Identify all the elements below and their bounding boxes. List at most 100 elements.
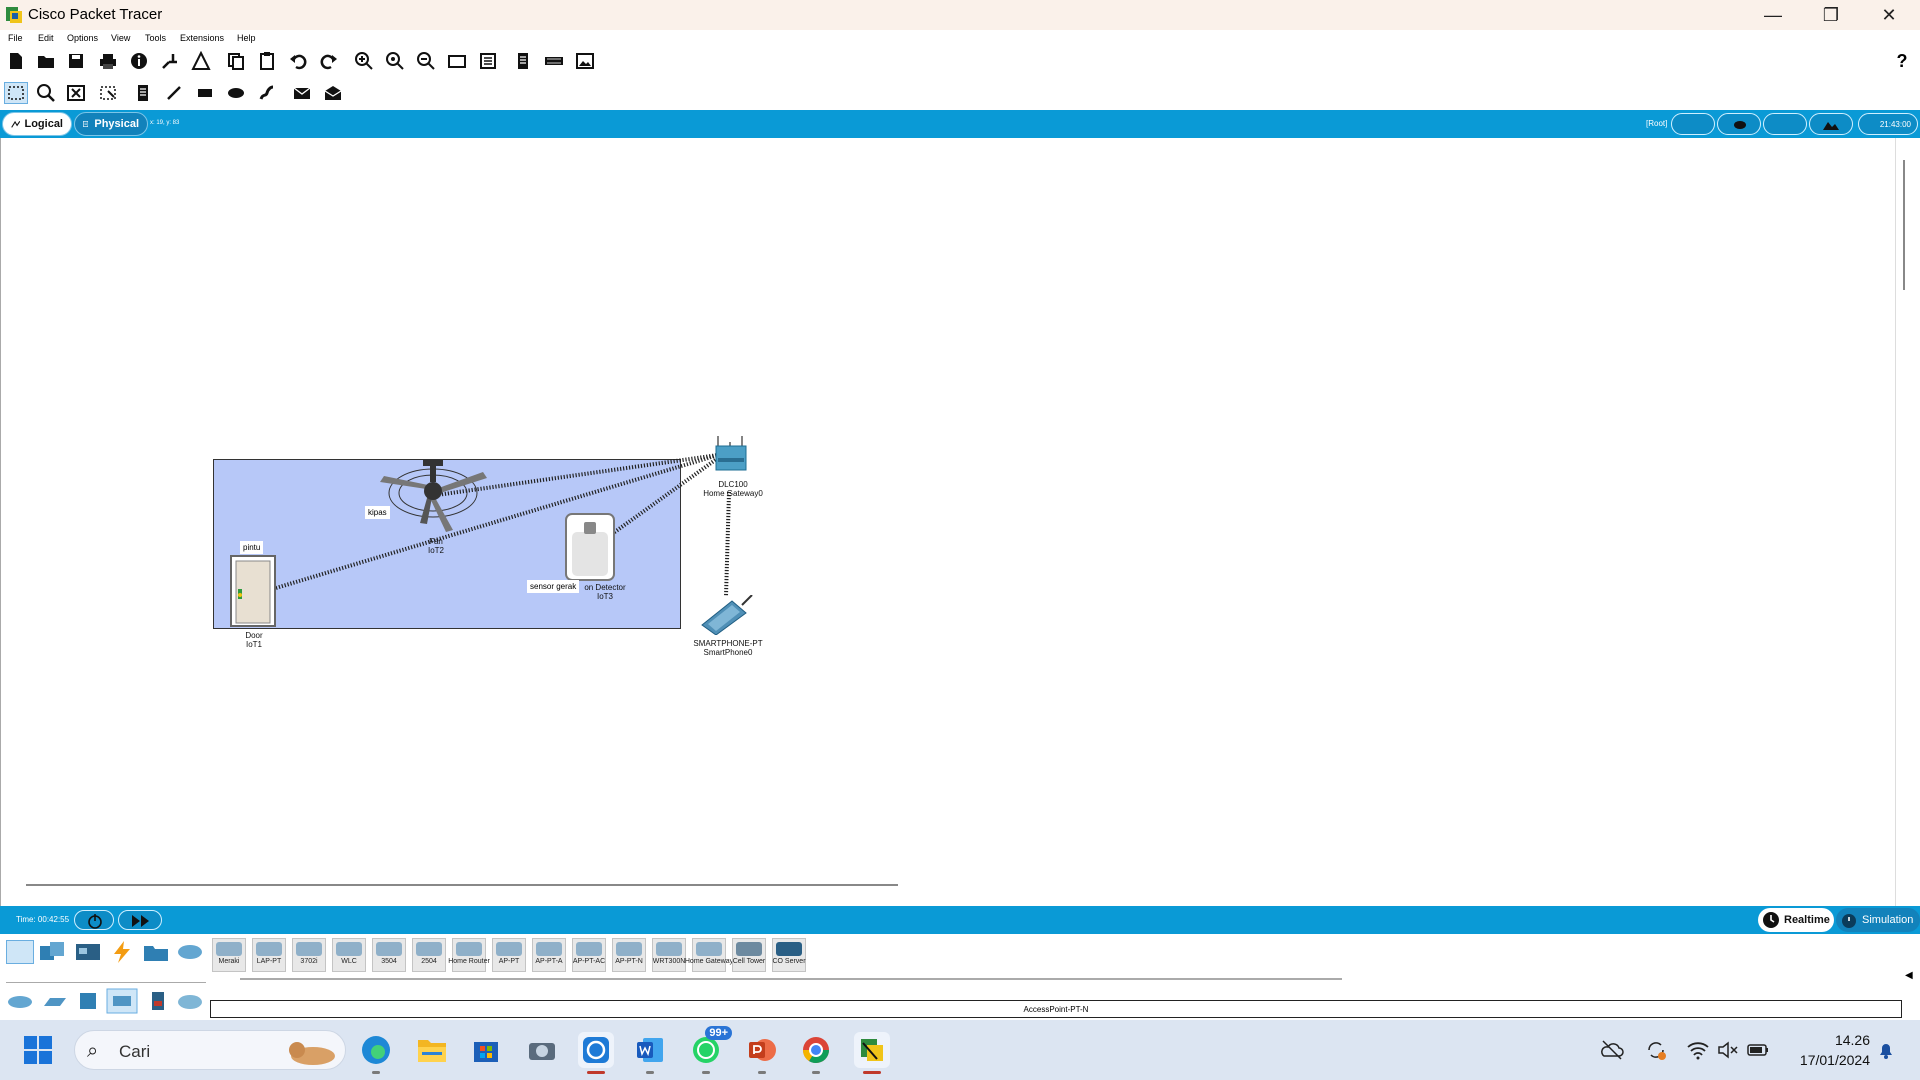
battery-icon[interactable] xyxy=(1746,1038,1770,1062)
undo-icon[interactable] xyxy=(286,50,310,72)
vertical-scroll-thumb[interactable] xyxy=(1903,160,1905,290)
motion-detector-label[interactable]: on Detector IoT3 xyxy=(577,583,633,601)
volume-muted-icon[interactable] xyxy=(1716,1038,1740,1062)
realtime-mode-button[interactable]: Realtime xyxy=(1758,908,1834,932)
zoom-in-icon[interactable] xyxy=(352,50,376,72)
menu-tools[interactable]: Tools xyxy=(145,33,166,43)
ellipse-icon[interactable] xyxy=(224,82,248,104)
resize-icon[interactable] xyxy=(96,82,120,104)
device-2504[interactable]: 2504 xyxy=(412,938,446,972)
device-ap-pt-n[interactable]: AP-PT-N xyxy=(612,938,646,972)
collapse-panel-arrow[interactable]: ◀ xyxy=(1905,970,1913,981)
device-3504[interactable]: 3504 xyxy=(372,938,406,972)
device-lap-pt[interactable]: LAP-PT xyxy=(252,938,286,972)
activity-wizard-icon[interactable] xyxy=(189,50,213,72)
simple-pdu-icon[interactable] xyxy=(290,82,314,104)
move-object-button[interactable] xyxy=(1763,113,1807,135)
smartphone-label[interactable]: SMARTPHONE-PT SmartPhone0 xyxy=(690,639,766,657)
inspect-icon[interactable] xyxy=(34,82,58,104)
new-cluster-button[interactable] xyxy=(1717,113,1761,135)
device-ap-pt[interactable]: AP-PT xyxy=(492,938,526,972)
device-wlc[interactable]: WLC xyxy=(332,938,366,972)
routers-subcategory-icon[interactable] xyxy=(6,990,34,1012)
select-icon[interactable] xyxy=(4,82,28,104)
motion-detector-icon[interactable] xyxy=(564,512,616,582)
menu-help[interactable]: Help xyxy=(237,33,256,43)
power-cycle-button[interactable] xyxy=(74,910,114,930)
close-button[interactable]: ✕ xyxy=(1860,0,1918,30)
taskbar-search[interactable]: ⌕ Cari xyxy=(74,1030,346,1070)
device-list-scrollbar[interactable] xyxy=(240,978,1342,980)
complex-pdu-icon[interactable] xyxy=(321,82,345,104)
pdu-list-icon[interactable] xyxy=(511,50,535,72)
viewport-clock[interactable]: 21:43:00 xyxy=(1858,113,1918,135)
fast-forward-button[interactable] xyxy=(118,910,162,930)
clipchamp-app[interactable] xyxy=(578,1032,614,1074)
note-fan[interactable]: kipas xyxy=(365,506,390,519)
delete-icon[interactable] xyxy=(64,82,88,104)
chrome-app[interactable] xyxy=(798,1032,834,1074)
onedrive-offline-icon[interactable] xyxy=(1600,1038,1624,1062)
line-icon[interactable] xyxy=(162,82,186,104)
set-background-button[interactable] xyxy=(1809,113,1853,135)
root-label[interactable]: [Root] xyxy=(1646,119,1667,128)
home-gateway-label[interactable]: DLC100 Home Gateway0 xyxy=(698,480,768,498)
open-folder-icon[interactable] xyxy=(34,50,58,72)
note-sensor[interactable]: sensor gerak xyxy=(527,580,580,593)
back-navigation-button[interactable] xyxy=(1671,113,1715,135)
simulation-mode-button[interactable]: Simulation xyxy=(1836,908,1920,932)
zoom-reset-icon[interactable] xyxy=(383,50,407,72)
info-icon[interactable] xyxy=(127,50,151,72)
network-devices-category-icon[interactable] xyxy=(6,940,34,964)
device-meraki[interactable]: Meraki xyxy=(212,938,246,972)
home-gateway-icon[interactable] xyxy=(712,436,752,478)
menu-extensions[interactable]: Extensions xyxy=(180,33,224,43)
multiuser-category-icon[interactable] xyxy=(176,940,204,964)
taskbar-clock[interactable]: 14.26 17/01/2024 xyxy=(1780,1030,1870,1070)
menu-options[interactable]: Options xyxy=(67,33,98,43)
word-app[interactable] xyxy=(632,1032,668,1074)
help-icon[interactable]: ? xyxy=(1890,50,1914,72)
file-explorer-app[interactable] xyxy=(414,1032,450,1068)
microsoft-store-app[interactable] xyxy=(468,1032,504,1068)
sync-icon[interactable] xyxy=(1644,1038,1668,1062)
components-category-icon[interactable] xyxy=(74,940,102,964)
whatsapp-app[interactable]: 99+ xyxy=(688,1026,732,1074)
drawing-palette-icon[interactable] xyxy=(445,50,469,72)
security-subcategory-icon[interactable] xyxy=(144,990,172,1012)
windows-start-icon[interactable] xyxy=(24,1036,52,1064)
workspace-vertical-scrollbar[interactable] xyxy=(1895,138,1920,906)
note-icon[interactable] xyxy=(131,82,155,104)
device-co-server[interactable]: CO Server xyxy=(772,938,806,972)
menu-view[interactable]: View xyxy=(111,33,130,43)
freeform-icon[interactable] xyxy=(255,82,279,104)
wan-emulation-subcategory-icon[interactable] xyxy=(176,990,204,1012)
fan-label[interactable]: Fan IoT2 xyxy=(414,537,458,555)
network-wizard-icon[interactable] xyxy=(158,50,182,72)
rectangle-icon[interactable] xyxy=(193,82,217,104)
tab-logical[interactable]: Logical xyxy=(2,112,72,136)
menu-edit[interactable]: Edit xyxy=(38,33,54,43)
copy-icon[interactable] xyxy=(224,50,248,72)
redo-icon[interactable] xyxy=(317,50,341,72)
hubs-subcategory-icon[interactable] xyxy=(74,990,102,1012)
device-ap-pt-a[interactable]: AP-PT-A xyxy=(532,938,566,972)
restore-button[interactable]: ❐ xyxy=(1802,0,1860,30)
device-wrt300n[interactable]: WRT300N xyxy=(652,938,686,972)
paste-icon[interactable] xyxy=(255,50,279,72)
notification-bell-icon[interactable] xyxy=(1876,1040,1896,1060)
minimize-button[interactable]: — xyxy=(1744,0,1802,30)
fan-icon[interactable] xyxy=(374,458,492,538)
device-cell-tower[interactable]: Cell Tower xyxy=(732,938,766,972)
miscellaneous-category-icon[interactable] xyxy=(142,940,170,964)
edge-app[interactable] xyxy=(358,1032,394,1074)
print-icon[interactable] xyxy=(96,50,120,72)
door-icon[interactable] xyxy=(230,555,276,627)
camera-app[interactable] xyxy=(524,1032,560,1068)
powerpoint-app[interactable] xyxy=(744,1032,780,1074)
new-file-icon[interactable] xyxy=(4,50,28,72)
image-icon[interactable] xyxy=(573,50,597,72)
device-3702i[interactable]: 3702i xyxy=(292,938,326,972)
horizontal-scroll-thumb[interactable] xyxy=(26,884,898,886)
device-home-router[interactable]: Home Router xyxy=(448,938,490,972)
